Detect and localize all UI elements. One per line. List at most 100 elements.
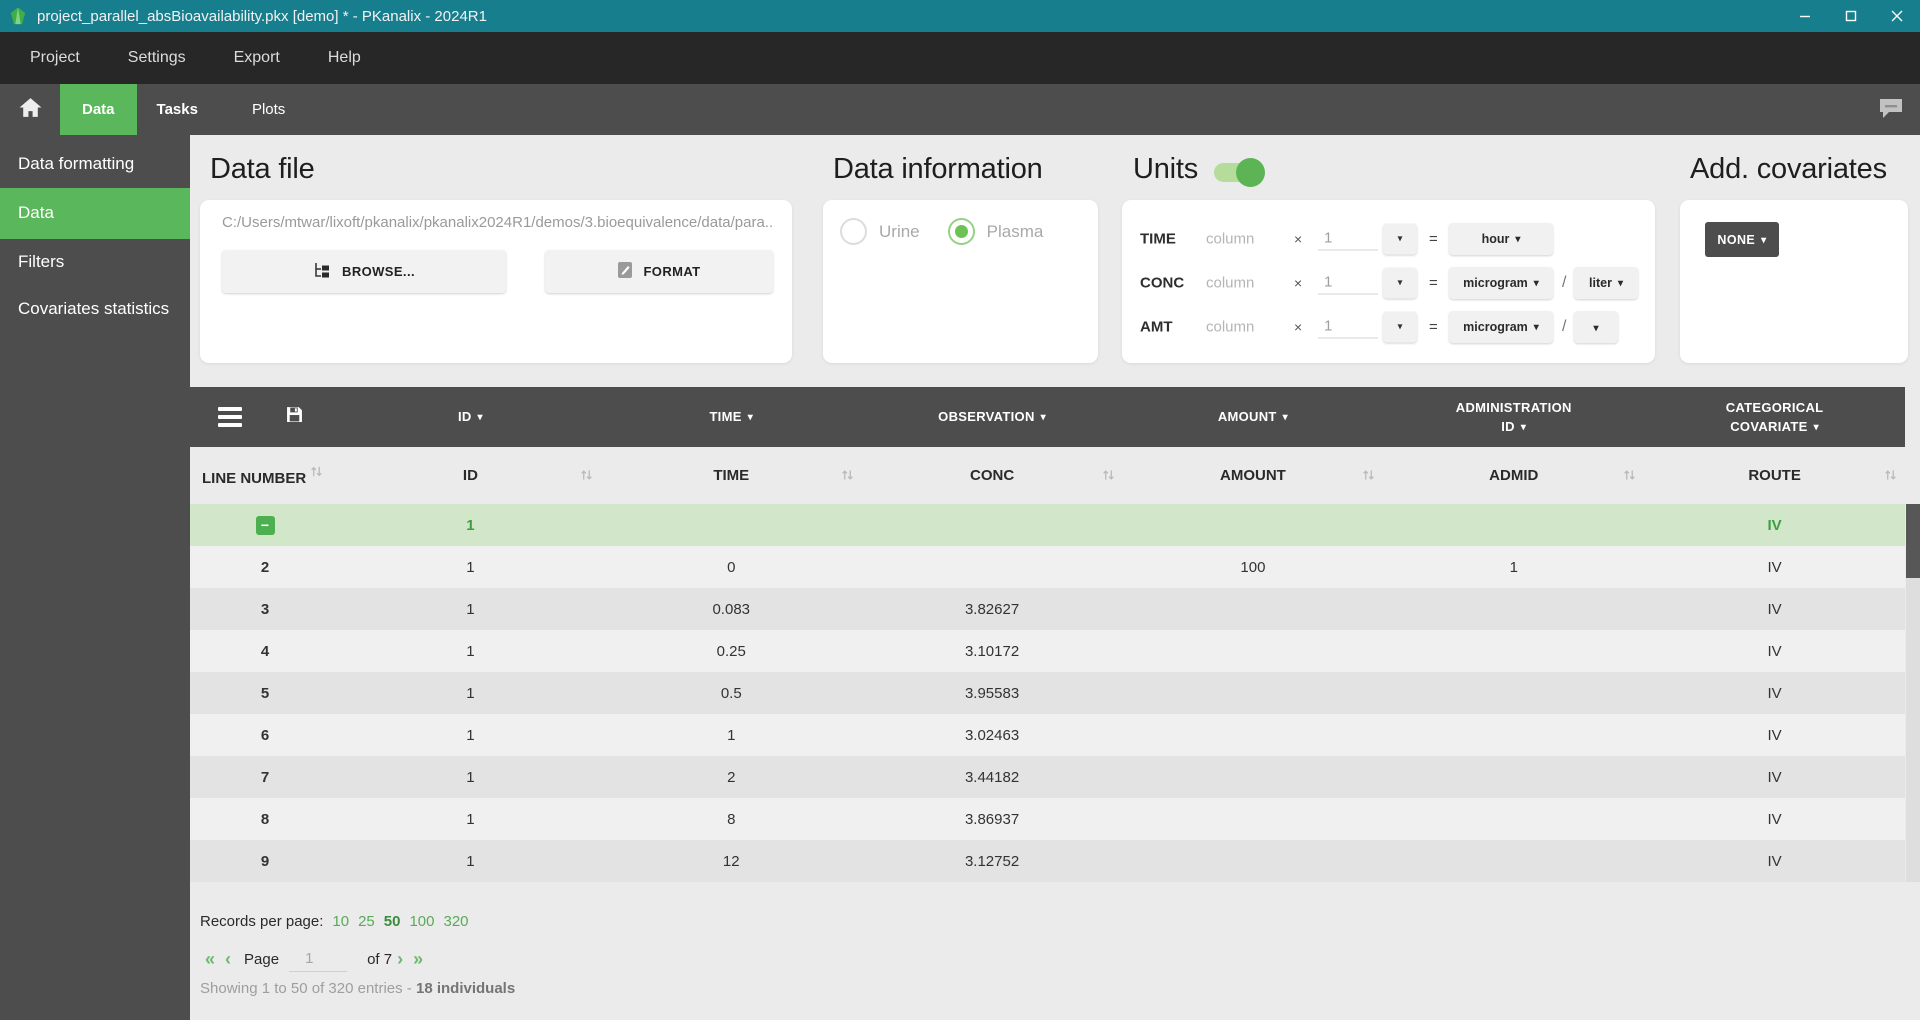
plasma-label: Plasma	[987, 222, 1044, 242]
units-panel: TIME column × = hour CONC column × = mic…	[1122, 200, 1655, 363]
data-information-panel: Urine Plasma	[823, 200, 1098, 363]
multiply-sign: ×	[1294, 231, 1302, 247]
sort-icon[interactable]	[841, 467, 854, 484]
table-header-row: LINE NUMBER ID TIME CONC AMOUNT ADMID RO…	[190, 447, 1905, 504]
sort-icon[interactable]	[1623, 467, 1636, 484]
table-row[interactable]: 4 1 0.25 3.10172 IV	[190, 630, 1905, 672]
amt-numerator-dropdown[interactable]: microgram	[1449, 311, 1553, 343]
close-button[interactable]	[1874, 0, 1920, 32]
home-icon	[18, 97, 43, 123]
table-row[interactable]: 7 1 2 3.44182 IV	[190, 756, 1905, 798]
plasma-radio[interactable]	[948, 218, 975, 245]
toolbar-time-dropdown[interactable]: TIME	[601, 407, 862, 427]
table-row[interactable]: 2 1 0 100 1 IV	[190, 546, 1905, 588]
collapse-row-icon[interactable]: −	[256, 516, 275, 535]
format-page-icon	[617, 261, 633, 282]
sidebar-item-data[interactable]: Data	[0, 188, 190, 239]
amt-factor-input[interactable]	[1318, 316, 1378, 339]
header-line-number[interactable]: LINE NUMBER	[190, 464, 340, 487]
sidebar-item-data-formatting[interactable]: Data formatting	[0, 141, 190, 188]
pagination: « ‹ Page of 7 › »	[200, 947, 428, 972]
amt-denominator-dropdown[interactable]	[1574, 311, 1618, 343]
toolbar-amount-dropdown[interactable]: AMOUNT	[1123, 407, 1384, 427]
comment-icon[interactable]	[1878, 97, 1904, 124]
urine-radio[interactable]	[840, 218, 867, 245]
conc-denominator-dropdown[interactable]: liter	[1574, 267, 1638, 299]
records-label: Records per page:	[200, 913, 323, 930]
individuals-count: 18 individuals	[416, 980, 515, 997]
table-row[interactable]: 6 1 1 3.02463 IV	[190, 714, 1905, 756]
time-factor-input[interactable]	[1318, 228, 1378, 251]
page-size-320[interactable]: 320	[444, 913, 469, 930]
menu-settings[interactable]: Settings	[128, 49, 186, 67]
header-time[interactable]: TIME	[601, 467, 862, 484]
minimize-button[interactable]	[1782, 0, 1828, 32]
sidebar-item-filters[interactable]: Filters	[0, 239, 190, 286]
conc-numerator-dropdown[interactable]: microgram	[1449, 267, 1553, 299]
urine-label: Urine	[879, 222, 920, 242]
browse-tree-icon	[313, 262, 332, 282]
table-row[interactable]: 5 1 0.5 3.95583 IV	[190, 672, 1905, 714]
showing-entries: Showing 1 to 50 of 320 entries - 18 indi…	[200, 980, 515, 997]
units-toggle[interactable]	[1214, 163, 1262, 182]
browse-button[interactable]: BROWSE...	[222, 250, 506, 293]
pkanalix-window: project_parallel_absBioavailability.pkx …	[0, 0, 1920, 1020]
data-information-title: Data information	[833, 153, 1043, 186]
conc-column-label: column	[1206, 275, 1254, 292]
page-number-input[interactable]	[289, 947, 347, 972]
tab-data[interactable]: Data	[60, 84, 137, 135]
radio-dot-icon	[955, 225, 968, 238]
table-row[interactable]: 9 1 12 3.12752 IV	[190, 840, 1905, 882]
page-size-25[interactable]: 25	[358, 913, 375, 930]
tab-plots[interactable]: Plots	[232, 84, 305, 135]
time-unit-dropdown[interactable]: hour	[1449, 223, 1553, 255]
amt-factor-dropdown[interactable]	[1383, 312, 1417, 343]
sort-icon[interactable]	[1884, 467, 1897, 484]
amt-column-label: column	[1206, 319, 1254, 336]
toolbar-observation-dropdown[interactable]: OBSERVATION	[862, 407, 1123, 427]
data-file-title: Data file	[210, 153, 315, 186]
table-row[interactable]: − 1 IV	[190, 504, 1905, 546]
conc-factor-input[interactable]	[1318, 272, 1378, 295]
toolbar-administration-id-dropdown[interactable]: ADMINISTRATION ID	[1383, 398, 1644, 437]
header-id[interactable]: ID	[340, 467, 601, 484]
table-row[interactable]: 8 1 8 3.86937 IV	[190, 798, 1905, 840]
sidebar-item-covariates-statistics[interactable]: Covariates statistics	[0, 286, 190, 333]
page-count-label: of 7	[367, 951, 392, 968]
sort-icon[interactable]	[310, 464, 323, 481]
maximize-button[interactable]	[1828, 0, 1874, 32]
menu-export[interactable]: Export	[234, 49, 280, 67]
save-icon[interactable]	[286, 405, 303, 429]
time-factor-dropdown[interactable]	[1383, 224, 1417, 255]
sort-icon[interactable]	[1102, 467, 1115, 484]
table-scrollbar[interactable]	[1906, 504, 1920, 882]
time-column-label: column	[1206, 231, 1254, 248]
previous-page-button[interactable]: ‹	[220, 949, 236, 970]
scrollbar-thumb[interactable]	[1906, 504, 1920, 578]
first-page-button[interactable]: «	[200, 949, 220, 970]
conc-factor-dropdown[interactable]	[1383, 268, 1417, 299]
page-size-100[interactable]: 100	[409, 913, 434, 930]
covariates-none-dropdown[interactable]: NONE	[1705, 222, 1779, 257]
tab-bar: Data Tasks Plots	[0, 84, 1920, 135]
next-page-button[interactable]: ›	[392, 949, 408, 970]
last-page-button[interactable]: »	[408, 949, 428, 970]
table-row[interactable]: 3 1 0.083 3.82627 IV	[190, 588, 1905, 630]
header-route[interactable]: ROUTE	[1644, 467, 1905, 484]
header-amount[interactable]: AMOUNT	[1123, 467, 1384, 484]
page-size-50[interactable]: 50	[384, 913, 401, 930]
menu-project[interactable]: Project	[30, 49, 80, 67]
toolbar-id-dropdown[interactable]: ID	[340, 407, 601, 427]
table-menu-icon[interactable]	[218, 407, 242, 427]
header-admid[interactable]: ADMID	[1383, 467, 1644, 484]
sort-icon[interactable]	[1362, 467, 1375, 484]
home-button[interactable]	[0, 84, 60, 135]
header-conc[interactable]: CONC	[862, 467, 1123, 484]
format-button[interactable]: FORMAT	[545, 250, 773, 293]
tab-tasks[interactable]: Tasks	[137, 84, 218, 135]
sort-icon[interactable]	[580, 467, 593, 484]
menu-help[interactable]: Help	[328, 49, 361, 67]
divide-sign: /	[1562, 274, 1566, 292]
toolbar-categorical-covariate-dropdown[interactable]: CATEGORICAL COVARIATE	[1644, 398, 1905, 437]
page-size-10[interactable]: 10	[332, 913, 349, 930]
